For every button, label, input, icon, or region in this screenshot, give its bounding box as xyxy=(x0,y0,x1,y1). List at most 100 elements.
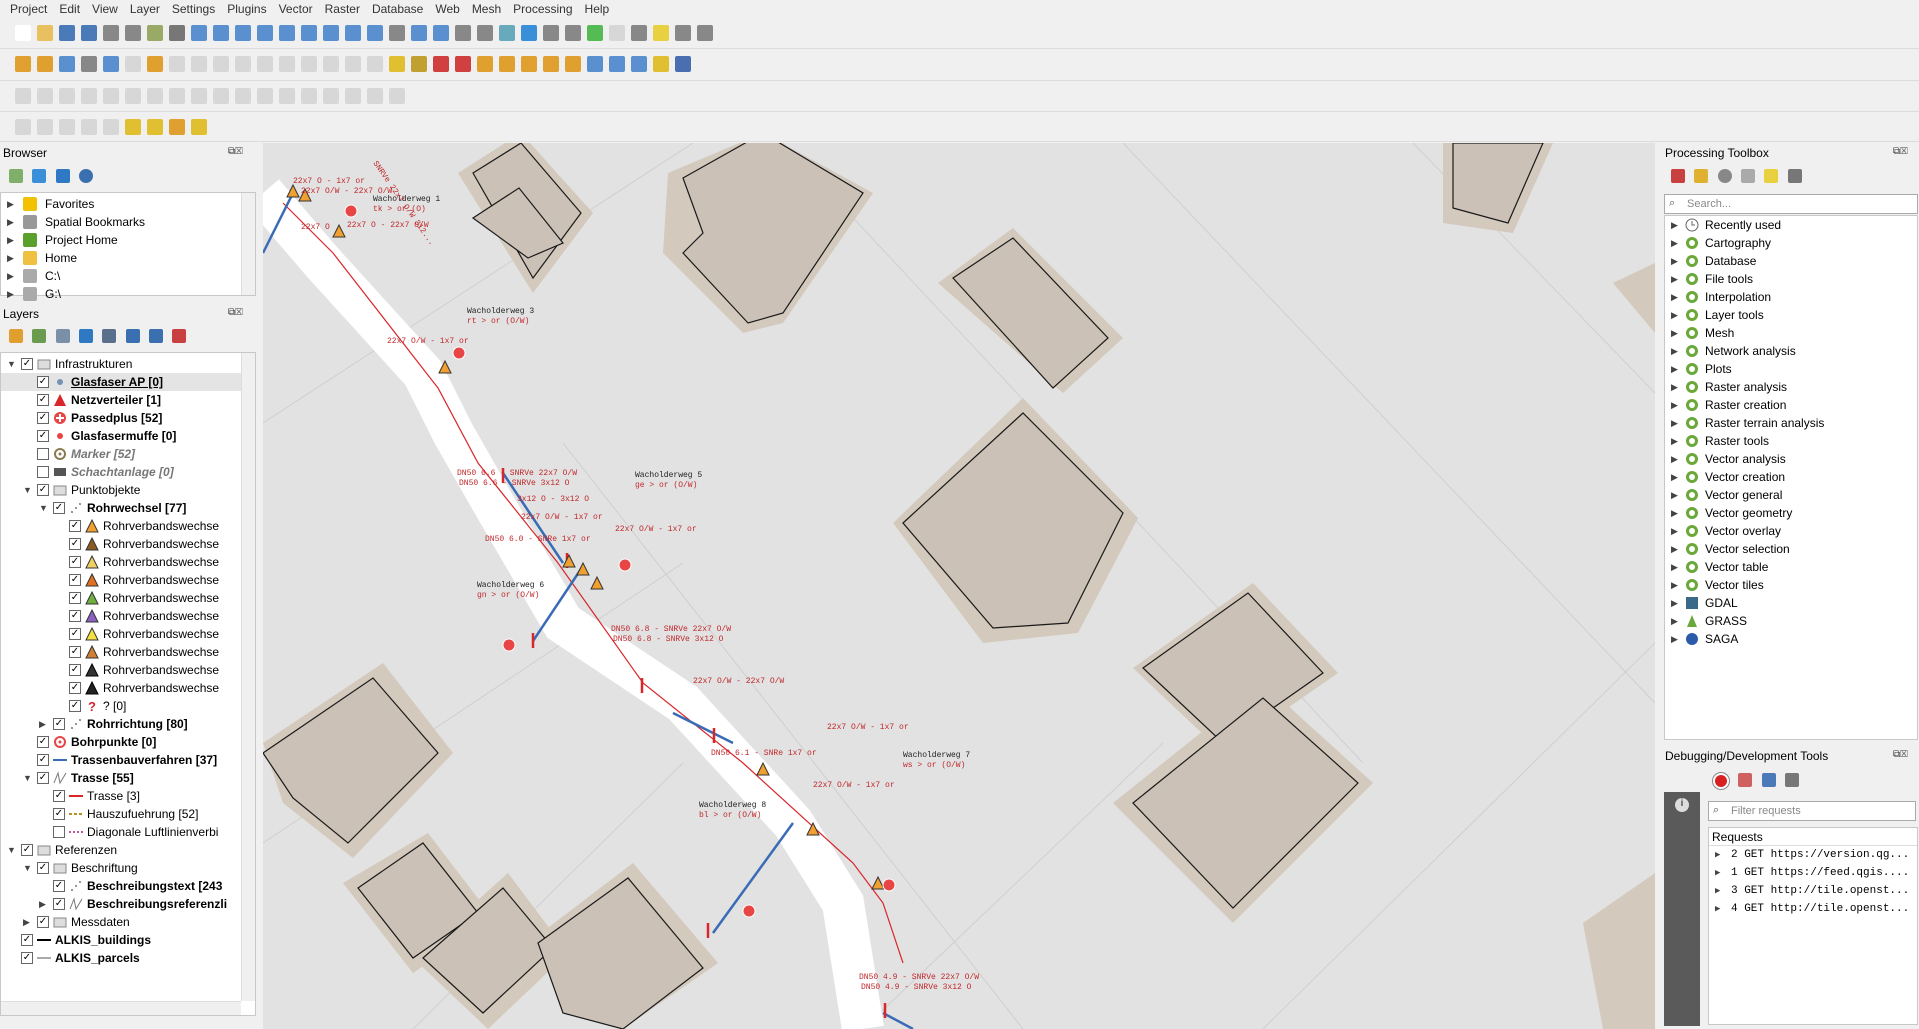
tb1-tool-icon-7[interactable] xyxy=(169,25,185,41)
tb2-tool-icon-30[interactable] xyxy=(675,56,691,72)
layer-item[interactable]: ✓ Bohrpunkte [0] xyxy=(1,733,241,751)
layer-item[interactable]: ▼ ✓ Trasse [55] xyxy=(1,769,241,787)
tb4-tool-icon-6[interactable] xyxy=(147,119,163,135)
tb3-tool-icon-1[interactable] xyxy=(37,88,53,104)
layer-item[interactable]: ▼ ✓ Beschriftung xyxy=(1,859,241,877)
expand-arrow-icon[interactable]: ▶ xyxy=(1671,612,1681,630)
tb2-tool-icon-27[interactable] xyxy=(609,56,625,72)
expand-arrow-icon[interactable]: ▶ xyxy=(1671,468,1681,486)
layer-item[interactable]: ✓ Netzverteiler [1] xyxy=(1,391,241,409)
menu-project[interactable]: Project xyxy=(4,2,53,16)
tb1-tool-icon-29[interactable] xyxy=(653,25,669,41)
layer-visibility-checkbox[interactable]: ✓ xyxy=(53,502,65,514)
tb2-tool-icon-10[interactable] xyxy=(235,56,251,72)
layer-visibility-checkbox[interactable]: ✓ xyxy=(37,484,49,496)
expand-arrow-icon[interactable]: ▶ xyxy=(1671,396,1681,414)
tb1-tool-icon-6[interactable] xyxy=(147,25,163,41)
tb3-tool-icon-2[interactable] xyxy=(59,88,75,104)
processing-provider-item[interactable]: ▶ Interpolation xyxy=(1665,288,1917,306)
layer-visibility-checkbox[interactable]: ✓ xyxy=(69,592,81,604)
map-svg[interactable]: 22x7 O - 1x7 or 22x7 O/W - 22x7 O/W 22x7 O… xyxy=(263,143,1655,1029)
processing-provider-item[interactable]: ▶ Vector table xyxy=(1665,558,1917,576)
tb2-tool-icon-26[interactable] xyxy=(587,56,603,72)
layer-visibility-checkbox[interactable]: ✓ xyxy=(53,898,65,910)
expand-arrow-icon[interactable]: ▶ xyxy=(1671,558,1681,576)
python-scripts-icon[interactable] xyxy=(1694,169,1709,183)
expand-arrow-icon[interactable]: ▶ xyxy=(1715,864,1725,882)
expand-arrow-icon[interactable]: ▶ xyxy=(1671,414,1681,432)
expand-arrow-icon[interactable]: ▶ xyxy=(1671,486,1681,504)
layer-item[interactable]: ▶ ✓ Messdaten xyxy=(1,913,241,931)
expand-arrow-icon[interactable]: ▶ xyxy=(1671,630,1681,648)
processing-provider-item[interactable]: ▶ SAGA xyxy=(1665,630,1917,648)
expand-arrow-icon[interactable]: ▶ xyxy=(1671,270,1681,288)
layer-item[interactable]: ✓ Rohrverbandswechse xyxy=(1,517,241,535)
tb3-tool-icon-11[interactable] xyxy=(257,88,273,104)
add-icon[interactable] xyxy=(9,169,23,183)
processing-close-icon[interactable]: ⧉☒ xyxy=(1893,146,1908,157)
layer-visibility-checkbox[interactable] xyxy=(37,466,49,478)
tb2-tool-icon-9[interactable] xyxy=(213,56,229,72)
tb3-tool-icon-3[interactable] xyxy=(81,88,97,104)
models-icon[interactable] xyxy=(1671,169,1685,183)
processing-provider-item[interactable]: ▶ Vector analysis xyxy=(1665,450,1917,468)
tb1-tool-icon-16[interactable] xyxy=(367,25,383,41)
tb2-tool-icon-18[interactable] xyxy=(411,56,427,72)
tb1-tool-icon-24[interactable] xyxy=(543,25,559,41)
tb1-tool-icon-31[interactable] xyxy=(697,25,713,41)
layer-visibility-checkbox[interactable]: ✓ xyxy=(53,808,65,820)
tb4-tool-icon-7[interactable] xyxy=(169,119,185,135)
layer-visibility-checkbox[interactable]: ✓ xyxy=(37,736,49,748)
browser-close-icon[interactable]: ⧉☒ xyxy=(228,146,243,157)
save-icon[interactable] xyxy=(1761,773,1776,787)
layer-visibility-checkbox[interactable]: ✓ xyxy=(37,412,49,424)
processing-search-input[interactable]: Search... xyxy=(1664,194,1918,214)
tb1-tool-icon-20[interactable] xyxy=(455,25,471,41)
filter-icon[interactable] xyxy=(55,169,70,183)
browser-item[interactable]: ▶ Favorites xyxy=(1,195,241,213)
tb3-tool-icon-5[interactable] xyxy=(125,88,141,104)
tb2-tool-icon-23[interactable] xyxy=(521,56,537,72)
settings-icon[interactable] xyxy=(1785,773,1800,787)
tb3-tool-icon-10[interactable] xyxy=(235,88,251,104)
layer-visibility-checkbox[interactable] xyxy=(53,826,65,838)
layer-item[interactable]: ✓ Rohrverbandswechse xyxy=(1,589,241,607)
filter-legend-icon[interactable] xyxy=(79,329,94,343)
layer-visibility-checkbox[interactable]: ✓ xyxy=(69,664,81,676)
visibility-icon[interactable] xyxy=(55,329,70,343)
expand-arrow-icon[interactable]: ▶ xyxy=(39,895,49,913)
tb1-tool-icon-17[interactable] xyxy=(389,25,405,41)
tb3-tool-icon-17[interactable] xyxy=(389,88,405,104)
tb3-tool-icon-14[interactable] xyxy=(323,88,339,104)
layer-visibility-checkbox[interactable]: ✓ xyxy=(53,718,65,730)
tb2-tool-icon-0[interactable] xyxy=(15,56,31,72)
tb4-tool-icon-2[interactable] xyxy=(59,119,75,135)
tb3-tool-icon-0[interactable] xyxy=(15,88,31,104)
browser-item[interactable]: ▶ Spatial Bookmarks xyxy=(1,213,241,231)
layer-item[interactable]: ✓ Trassenbauverfahren [37] xyxy=(1,751,241,769)
layer-item[interactable]: ▼ ✓ Punktobjekte xyxy=(1,481,241,499)
expand-arrow-icon[interactable]: ▶ xyxy=(1671,540,1681,558)
filter-requests-input[interactable]: Filter requests xyxy=(1708,801,1916,821)
processing-provider-item[interactable]: ▶ GRASS xyxy=(1665,612,1917,630)
layer-visibility-checkbox[interactable]: ✓ xyxy=(37,376,49,388)
tb1-tool-icon-12[interactable] xyxy=(279,25,295,41)
processing-provider-item[interactable]: ▶ Raster creation xyxy=(1665,396,1917,414)
tb2-tool-icon-19[interactable] xyxy=(433,56,449,72)
processing-provider-item[interactable]: ▶ Vector overlay xyxy=(1665,522,1917,540)
layers-hscrollbar[interactable] xyxy=(1,1001,241,1015)
tb1-tool-icon-9[interactable] xyxy=(213,25,229,41)
processing-provider-item[interactable]: ▶ Cartography xyxy=(1665,234,1917,252)
layer-item[interactable]: ✓ Rohrverbandswechse xyxy=(1,625,241,643)
menu-vector[interactable]: Vector xyxy=(273,2,319,16)
tb2-tool-icon-15[interactable] xyxy=(345,56,361,72)
collapse-arrow-icon[interactable]: ▼ xyxy=(23,481,33,499)
layer-visibility-checkbox[interactable]: ✓ xyxy=(69,574,81,586)
browser-scrollbar[interactable] xyxy=(241,193,255,295)
request-item[interactable]: ▶ 2 GET https://version.qg... xyxy=(1709,846,1917,864)
layer-visibility-checkbox[interactable]: ✓ xyxy=(37,772,49,784)
expand-arrow-icon[interactable]: ▶ xyxy=(7,285,17,303)
processing-provider-item[interactable]: ▶ Plots xyxy=(1665,360,1917,378)
layer-item[interactable]: ▼ ✓ Infrastrukturen xyxy=(1,355,241,373)
processing-provider-item[interactable]: ▶ File tools xyxy=(1665,270,1917,288)
